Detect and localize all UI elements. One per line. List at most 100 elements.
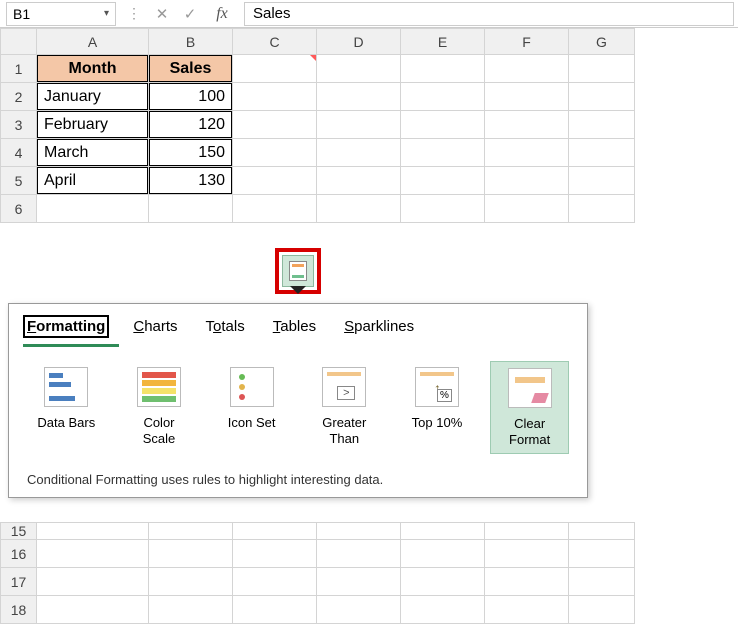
cell[interactable] [401,195,485,223]
cell[interactable] [317,83,401,111]
row-header[interactable]: 5 [1,167,37,195]
cell[interactable] [401,167,485,195]
cell[interactable] [37,568,149,596]
row-header[interactable]: 3 [1,111,37,139]
option-icon-set[interactable]: Icon Set [212,361,291,454]
cell[interactable] [401,540,485,568]
cell[interactable]: 100 [149,83,233,111]
cell[interactable] [485,568,569,596]
tab-tables[interactable]: Tables [273,318,316,335]
cell[interactable] [569,139,635,167]
chevron-down-icon[interactable]: ▾ [104,8,109,19]
cell[interactable] [569,568,635,596]
cell[interactable] [317,195,401,223]
option-clear-format[interactable]: ClearFormat [490,361,569,454]
cell[interactable] [149,195,233,223]
cell[interactable]: Month [37,55,149,83]
formula-input[interactable]: Sales [244,2,734,26]
cell[interactable] [37,540,149,568]
cell[interactable] [485,596,569,624]
cell[interactable] [485,139,569,167]
cell[interactable]: February [37,111,149,139]
cell[interactable] [233,111,317,139]
cell[interactable] [233,523,317,540]
cell[interactable] [569,111,635,139]
quick-analysis-button[interactable] [282,255,314,287]
cell[interactable] [149,523,233,540]
cell[interactable] [485,167,569,195]
cell[interactable] [485,523,569,540]
cell[interactable] [569,596,635,624]
cell[interactable] [233,167,317,195]
cell[interactable] [317,139,401,167]
cell[interactable] [233,195,317,223]
cell[interactable] [149,596,233,624]
cell[interactable] [569,83,635,111]
confirm-icon[interactable]: ✓ [180,5,200,23]
cell[interactable] [37,523,149,540]
cell[interactable] [569,540,635,568]
cell[interactable] [233,540,317,568]
cell[interactable] [401,83,485,111]
row-header[interactable]: 6 [1,195,37,223]
cell[interactable] [485,111,569,139]
cell[interactable] [569,55,635,83]
col-header[interactable]: E [401,29,485,55]
option-greater-than[interactable]: > GreaterThan [305,361,384,454]
cell[interactable]: 120 [149,111,233,139]
row-header[interactable]: 4 [1,139,37,167]
cell[interactable] [485,540,569,568]
sheet-table-lower[interactable]: 15 16 17 18 [0,522,635,624]
cell[interactable] [317,596,401,624]
row-header[interactable]: 2 [1,83,37,111]
col-header[interactable]: G [569,29,635,55]
tab-totals[interactable]: Totals [206,318,245,335]
cell[interactable]: 150 [149,139,233,167]
sheet-table[interactable]: A B C D E F G 1 Month Sales 2 January 10… [0,28,635,223]
tab-sparklines[interactable]: Sparklines [344,318,414,335]
cell[interactable] [569,523,635,540]
cell[interactable] [569,167,635,195]
cell[interactable] [401,568,485,596]
row-header[interactable]: 1 [1,55,37,83]
cell[interactable] [401,55,485,83]
cell[interactable] [37,195,149,223]
cell[interactable] [485,83,569,111]
cell[interactable] [233,55,317,83]
cell[interactable] [233,568,317,596]
name-box[interactable]: B1 ▾ [6,2,116,26]
cell[interactable] [233,139,317,167]
cancel-icon[interactable]: ✕ [152,5,172,23]
tab-formatting[interactable]: Formatting [27,318,105,335]
cell[interactable]: April [37,167,149,195]
cell[interactable] [401,111,485,139]
option-data-bars[interactable]: Data Bars [27,361,106,454]
cell[interactable] [317,523,401,540]
cell[interactable] [569,195,635,223]
cell[interactable] [317,568,401,596]
fx-label[interactable]: fx [208,5,236,23]
option-top-10[interactable]: ↑% Top 10% [398,361,477,454]
col-header[interactable]: D [317,29,401,55]
cell[interactable] [37,596,149,624]
cell[interactable] [233,83,317,111]
cell[interactable] [401,523,485,540]
tab-charts[interactable]: Charts [133,318,177,335]
cell[interactable]: January [37,83,149,111]
cell[interactable] [149,568,233,596]
cell[interactable] [317,111,401,139]
row-header[interactable]: 16 [1,540,37,568]
cell[interactable] [317,167,401,195]
row-header[interactable]: 17 [1,568,37,596]
cell[interactable] [485,55,569,83]
cell[interactable] [401,139,485,167]
col-header[interactable]: A [37,29,149,55]
cell[interactable] [149,540,233,568]
col-header[interactable]: C [233,29,317,55]
cell[interactable] [233,596,317,624]
cell[interactable]: Sales [149,55,233,83]
cell[interactable] [317,55,401,83]
select-all-corner[interactable] [1,29,37,55]
option-color-scale[interactable]: ColorScale [120,361,199,454]
row-header[interactable]: 15 [1,523,37,540]
